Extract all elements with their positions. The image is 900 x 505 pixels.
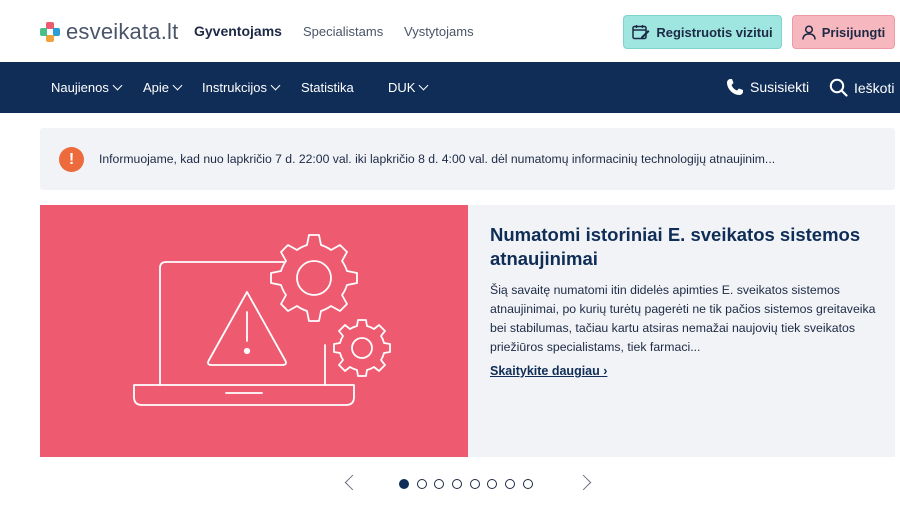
topnav-vystytojams[interactable]: Vystytojams <box>404 24 474 39</box>
chevron-down-icon <box>270 80 281 91</box>
nav-item-instrukcijos[interactable]: Instrukcijos <box>202 80 281 95</box>
nav-item-naujienos[interactable]: Naujienos <box>51 80 123 95</box>
contact-label: Susisiekti <box>750 79 810 95</box>
login-label: Prisijungti <box>821 24 886 40</box>
logo-text: esveikata.lt <box>66 19 179 44</box>
topnav-specialistams[interactable]: Specialistams <box>303 24 383 39</box>
contact-link[interactable]: Susisiekti <box>726 78 809 96</box>
search-label: Ieškoti <box>854 79 895 96</box>
carousel-next-icon[interactable] <box>575 474 592 491</box>
user-icon <box>801 24 816 40</box>
register-visit-button[interactable]: Registruotis vizitui <box>623 15 782 49</box>
chevron-down-icon <box>172 80 183 91</box>
nav-item-label: Instrukcijos <box>202 80 268 95</box>
chevron-down-icon <box>112 80 123 91</box>
slide-image[interactable] <box>40 205 468 457</box>
carousel-dot[interactable] <box>452 479 463 489</box>
carousel-dot[interactable] <box>522 479 533 489</box>
search-icon <box>829 78 848 97</box>
carousel-dot[interactable] <box>416 479 427 489</box>
top-header: esveikata.lt Gyventojams Specialistams V… <box>0 0 900 62</box>
laptop-warning-gears-icon <box>133 234 391 406</box>
nav-item-statistika[interactable]: Statistika <box>301 80 354 95</box>
calendar-edit-icon <box>632 25 650 40</box>
phone-icon <box>727 79 743 95</box>
carousel-dot[interactable] <box>505 479 516 489</box>
logo-cross-icon <box>40 22 60 42</box>
search-link[interactable]: Ieškoti <box>829 78 894 97</box>
carousel-prev-icon[interactable] <box>344 474 361 491</box>
info-notice[interactable]: ! Informuojame, kad nuo lapkričio 7 d. 2… <box>40 128 895 190</box>
nav-item-label: Statistika <box>301 80 354 95</box>
nav-item-label: Apie <box>143 80 170 95</box>
slide-body: Šią savaitę numatomi itin didelės apimti… <box>490 283 876 354</box>
carousel-dot[interactable] <box>434 479 445 489</box>
nav-item-duk[interactable]: DUK <box>388 80 429 95</box>
slide-content: Numatomi istoriniai E. sveikatos sistemo… <box>468 205 895 457</box>
slide-title[interactable]: Numatomi istoriniai E. sveikatos sistemo… <box>490 223 885 271</box>
nav-item-label: Naujienos <box>51 80 109 95</box>
read-more-link[interactable]: Skaitykite daugiau › <box>490 364 607 378</box>
nav-item-apie[interactable]: Apie <box>143 80 183 95</box>
site-logo[interactable]: esveikata.lt <box>40 19 178 45</box>
register-visit-label: Registruotis vizitui <box>656 24 773 40</box>
main-navigation: Naujienos Apie Instrukcijos Statistika D… <box>0 62 900 113</box>
carousel-pagination <box>399 479 541 489</box>
exclamation-icon: ! <box>59 147 84 172</box>
carousel-dot[interactable] <box>399 479 409 489</box>
nav-item-label: DUK <box>388 80 416 95</box>
topnav-gyventojams[interactable]: Gyventojams <box>194 23 282 39</box>
carousel-dot[interactable] <box>487 479 498 489</box>
notice-text: Informuojame, kad nuo lapkričio 7 d. 22:… <box>99 152 776 166</box>
carousel-dot[interactable] <box>469 479 480 489</box>
chevron-down-icon <box>419 80 429 91</box>
login-button[interactable]: Prisijungti <box>792 15 895 49</box>
